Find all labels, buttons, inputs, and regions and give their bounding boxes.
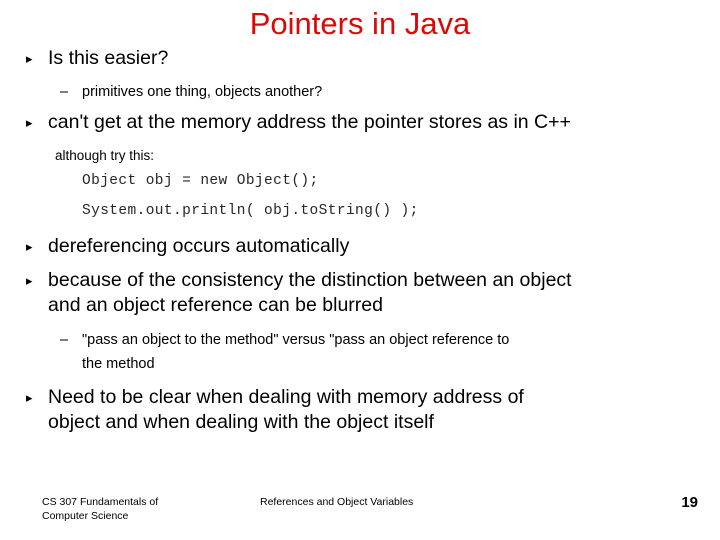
bullet-text: dereferencing occurs automatically [48,235,350,257]
bullet-triangle-icon: ▸ [26,115,33,130]
bullet-text-continuation: and an object reference can be blurred [48,294,383,316]
bullet-triangle-icon: ▸ [26,390,33,405]
slide: Pointers in Java ▸ Is this easier? – primi… [0,0,720,540]
slide-body: ▸ Is this easier? – primitives one thing, … [0,0,720,470]
footer-course-line2: Computer Science [42,509,129,522]
code-line: System.out.println( obj.toString() ); [82,203,419,219]
bullet-level2: – "pass an object to the method" versus "… [60,330,509,350]
bullet-level1: ▸ because of the consistency the distinct… [26,268,572,293]
code-intro-text: although try this: [55,148,155,163]
bullet-text-continuation: object and when dealing with the object … [48,411,434,433]
bullet-level1: ▸ Need to be clear when dealing with memo… [26,385,524,410]
bullet-triangle-icon: ▸ [26,239,33,254]
bullet-text: primitives one thing, objects another? [82,84,323,100]
footer-course-line1: CS 307 Fundamentals of [42,496,159,508]
bullet-level1: ▸ can't get at the memory address the poi… [26,110,571,135]
bullet-level1: ▸ Is this easier? [26,46,168,71]
bullet-text: can't get at the memory address the poin… [48,111,571,133]
bullet-level2: – primitives one thing, objects another? [60,82,322,102]
bullet-text: Need to be clear when dealing with memor… [48,386,524,408]
bullet-text-continuation: the method [82,356,155,372]
bullet-level1: ▸ dereferencing occurs automatically [26,234,349,259]
bullet-dash-icon: – [60,332,69,348]
slide-footer: CS 307 Fundamentals of Computer Science … [0,492,720,540]
footer-topic: References and Object Variables [260,496,414,508]
bullet-dash-icon: – [60,84,69,100]
code-line: Object obj = new Object(); [82,173,319,189]
bullet-text: because of the consistency the distincti… [48,269,572,291]
bullet-triangle-icon: ▸ [26,273,33,288]
footer-page-number: 19 [681,494,698,511]
bullet-triangle-icon: ▸ [26,51,33,66]
footer-course: CS 307 Fundamentals of Computer Science [42,496,252,523]
bullet-text: "pass an object to the method" versus "p… [82,332,510,348]
bullet-text: Is this easier? [48,47,169,69]
